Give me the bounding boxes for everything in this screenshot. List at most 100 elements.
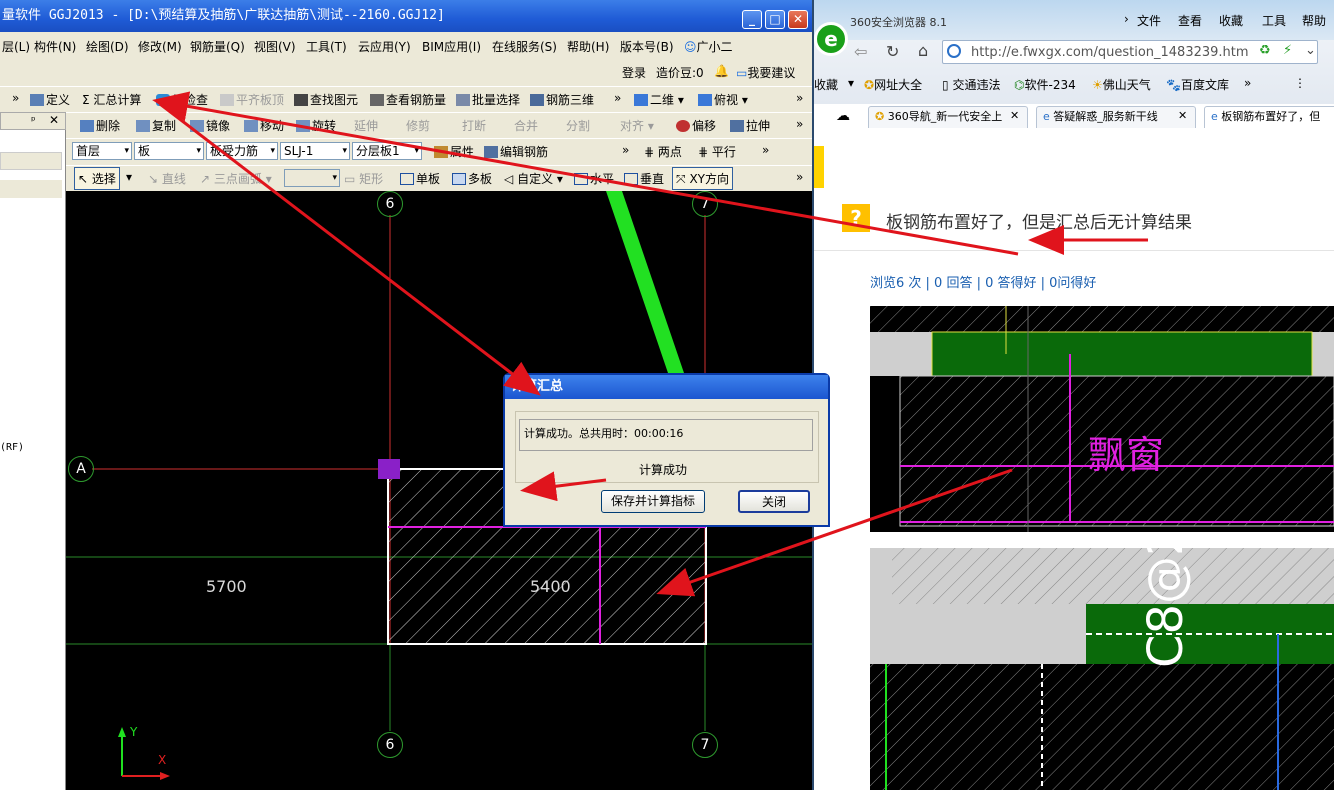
find-element-button[interactable]: 查找图元: [294, 91, 358, 108]
suggest-link[interactable]: ▭我要建议: [736, 64, 795, 81]
xy-direction-button[interactable]: ⤧ XY方向: [672, 167, 733, 190]
edit-rebar-button[interactable]: 编辑钢筋: [484, 143, 548, 160]
menu-view[interactable]: 视图(V): [254, 38, 296, 55]
login-link[interactable]: 登录: [622, 64, 646, 81]
bookmark-weather[interactable]: ☀佛山天气: [1092, 76, 1151, 93]
selected-point[interactable]: [378, 459, 400, 479]
copy-button[interactable]: 复制: [136, 117, 176, 134]
rebar-select[interactable]: 板受力筋 ▾: [206, 142, 278, 160]
home-icon[interactable]: ⌂: [918, 41, 928, 60]
view-2d-dropdown[interactable]: 二维 ▾: [634, 91, 684, 108]
bookmark-baidu[interactable]: 🐾百度文库: [1166, 76, 1229, 93]
line-button[interactable]: ↘ 直线: [148, 170, 186, 187]
define-button[interactable]: 定义: [30, 91, 70, 108]
menu-rebar[interactable]: 钢筋量(Q): [190, 38, 245, 55]
arc-option-select[interactable]: ▾: [284, 169, 340, 187]
break-button[interactable]: 打断: [462, 117, 486, 134]
parallel-button[interactable]: ⋕ 平行: [698, 143, 736, 160]
menu-tools[interactable]: 工具(T): [306, 38, 347, 55]
menu-layer[interactable]: 层(L): [2, 38, 30, 55]
pin-icon[interactable]: ᵖ: [31, 114, 36, 127]
bookmark-nav[interactable]: ✪网址大全: [864, 76, 922, 93]
save-calc-button[interactable]: 保存并计算指标: [601, 490, 705, 513]
tab-close-icon[interactable]: ✕: [1178, 109, 1187, 122]
select-button[interactable]: ↖ 选择: [74, 167, 120, 190]
menu-bim[interactable]: BIM应用(I): [422, 38, 481, 55]
address-bar[interactable]: http://e.fwxgx.com/question_1483239.htm …: [942, 40, 1318, 64]
properties-button[interactable]: 属性: [434, 143, 474, 160]
custom-button[interactable]: ◁ 自定义 ▾: [504, 170, 563, 187]
menu-draw[interactable]: 绘图(D): [86, 38, 129, 55]
extend-button[interactable]: 延伸: [354, 117, 378, 134]
toolbar-overflow-icon-6[interactable]: »: [762, 143, 769, 157]
bookmark-traffic[interactable]: ▯ 交通违法: [942, 76, 1000, 93]
tab-360-nav[interactable]: ✪ 360导航_新一代安全上: [868, 106, 1028, 128]
view-rebar-button[interactable]: 查看钢筋量: [370, 91, 446, 108]
type-select[interactable]: 板 ▾: [134, 142, 204, 160]
move-button[interactable]: 移动: [244, 117, 284, 134]
toolbar-overflow-icon-5[interactable]: »: [622, 143, 629, 157]
bookmark-more-icon[interactable]: »: [1244, 76, 1251, 90]
menu-version[interactable]: 版本号(B): [620, 38, 674, 55]
bookmark-favorites[interactable]: 收藏: [814, 76, 838, 93]
bell-icon[interactable]: 🔔: [714, 64, 729, 78]
split-button[interactable]: 分割: [566, 117, 590, 134]
tab-question[interactable]: e 板钢筋布置好了，但: [1204, 106, 1334, 128]
top-view-dropdown[interactable]: 俯视 ▾: [698, 91, 748, 108]
bookmark-options-icon[interactable]: ⋮: [1294, 76, 1306, 90]
refresh-icon[interactable]: ↻: [886, 42, 899, 61]
summary-calc-button[interactable]: Σ 汇总计算: [82, 91, 141, 108]
lightning-icon[interactable]: ⚡: [1283, 43, 1292, 58]
offset-button[interactable]: 偏移: [676, 117, 716, 134]
reload-icon[interactable]: ♻: [1259, 43, 1271, 58]
rect-button[interactable]: ▭ 矩形: [344, 170, 383, 187]
multi-slab-button[interactable]: 多板: [452, 170, 492, 187]
two-point-button[interactable]: ⋕ 两点: [644, 143, 682, 160]
toolbar-overflow-icon-3[interactable]: »: [796, 91, 803, 105]
single-slab-button[interactable]: 单板: [400, 170, 440, 187]
rebar-3d-button[interactable]: 钢筋三维: [530, 91, 594, 108]
toolbar-overflow-icon-4[interactable]: »: [796, 117, 803, 131]
delete-button[interactable]: 删除: [80, 117, 120, 134]
align-button[interactable]: 对齐 ▾: [620, 117, 654, 134]
bookmark-software[interactable]: ⌬软件-234: [1014, 76, 1076, 93]
floor-select[interactable]: 首层 ▾: [72, 142, 132, 160]
tab-qa[interactable]: e 答疑解惑_服务新干线: [1036, 106, 1196, 128]
toolbar-overflow-icon[interactable]: »: [12, 91, 19, 105]
tab-close-icon[interactable]: ✕: [1010, 109, 1019, 122]
toolbar-overflow-icon-7[interactable]: »: [796, 170, 803, 184]
horizontal-button[interactable]: 水平: [574, 170, 614, 187]
menu-modify[interactable]: 修改(M): [138, 38, 182, 55]
align-top-button[interactable]: 平齐板顶: [220, 91, 284, 108]
browser-menu-favorites[interactable]: 收藏: [1219, 12, 1243, 29]
maximize-button[interactable]: □: [765, 10, 785, 29]
select-dropdown[interactable]: ▾: [126, 170, 132, 184]
browser-menu-file[interactable]: 文件: [1137, 12, 1161, 29]
back-icon[interactable]: ⇦: [854, 42, 867, 61]
left-panel-field[interactable]: [0, 152, 62, 170]
browser-menu-tools[interactable]: 工具: [1262, 12, 1286, 29]
cloud-check-button[interactable]: 云检查: [156, 91, 208, 108]
merge-button[interactable]: 合并: [514, 117, 538, 134]
cloud-tab-icon[interactable]: ☁: [836, 108, 850, 124]
browser-menu-help[interactable]: 帮助: [1302, 12, 1326, 29]
toolbar-overflow-icon-2[interactable]: »: [614, 91, 621, 105]
rotate-button[interactable]: 旋转: [296, 117, 336, 134]
menu-component[interactable]: 构件(N): [34, 38, 76, 55]
menu-guide[interactable]: ☺广小二: [684, 38, 733, 55]
arc-button[interactable]: ↗ 三点画弧 ▾: [200, 170, 272, 187]
code-select[interactable]: SLJ-1 ▾: [280, 142, 350, 160]
close-button[interactable]: ✕: [788, 10, 808, 29]
batch-select-button[interactable]: 批量选择: [456, 91, 520, 108]
minimize-button[interactable]: _: [742, 10, 762, 29]
menu-cloud[interactable]: 云应用(Y): [358, 38, 411, 55]
dialog-close-button[interactable]: 关闭: [738, 490, 810, 513]
browser-menu-view[interactable]: 查看: [1178, 12, 1202, 29]
vertical-button[interactable]: 垂直: [624, 170, 664, 187]
mirror-button[interactable]: 镜像: [190, 117, 230, 134]
menu-help[interactable]: 帮助(H): [567, 38, 609, 55]
trim-button[interactable]: 修剪: [406, 117, 430, 134]
bookmark-dropdown-icon[interactable]: ▾: [848, 76, 854, 90]
menu-online[interactable]: 在线服务(S): [492, 38, 557, 55]
panel-close-icon[interactable]: ✕: [49, 113, 59, 127]
